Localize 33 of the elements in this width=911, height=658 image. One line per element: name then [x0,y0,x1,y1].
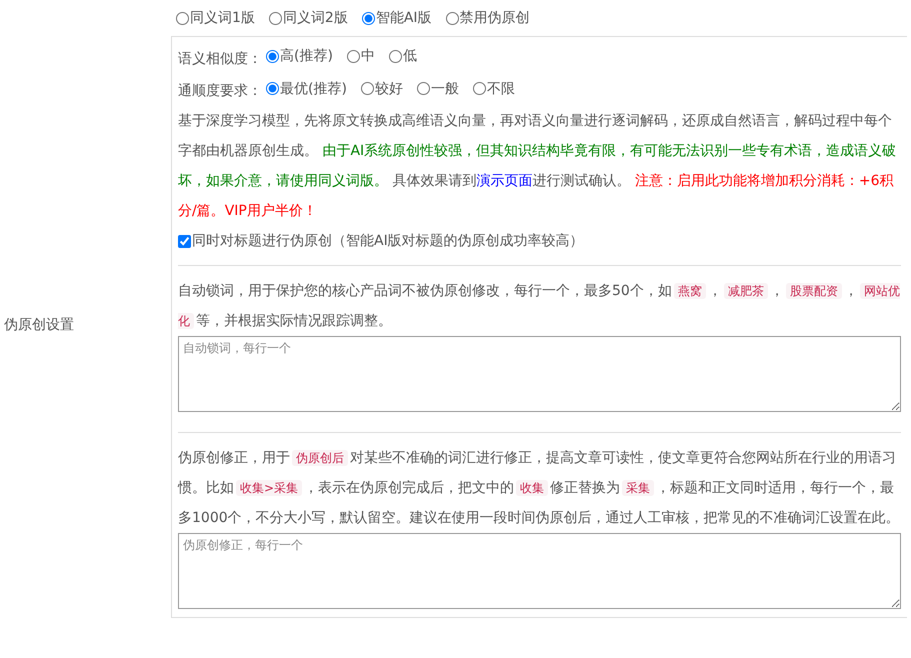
radio-button[interactable] [362,12,375,25]
radio-button[interactable] [360,82,374,95]
option-label[interactable]: 最优(推荐) [280,74,347,104]
radio-button[interactable] [446,12,459,25]
option-label[interactable]: 高(推荐) [280,41,333,71]
option-label[interactable]: 禁用伪原创 [460,8,530,29]
demo-link[interactable]: 演示页面 [476,173,532,189]
radio-button[interactable] [346,50,360,62]
radio-button[interactable] [416,82,430,95]
option-label[interactable]: 不限 [486,74,515,104]
lock-words-text: 自动锁词，用于保护您的核心产品词不被伪原创修改，每行一个，最多50个，如 燕窝 ， 减肥茶 ， 股票配资 ， 网站优化 等，并根据实际情况跟踪调整。 [178,282,901,330]
option-label[interactable]: 一般 [430,74,459,104]
option-label[interactable]: 较好 [374,74,403,104]
option-label[interactable]: 中 [360,41,375,71]
option-label[interactable]: 同义词2版 [282,8,348,29]
radio-button[interactable] [268,12,282,25]
radio-button[interactable] [266,50,279,62]
correction-field[interactable]: 伪原创修正，每行一个 [178,532,901,608]
section-label: 伪原创设置 [4,317,74,333]
radio-button[interactable] [176,12,189,25]
field-label: 语义相似度： [178,50,262,66]
radio-button[interactable] [388,50,402,62]
radio-button[interactable] [472,82,486,95]
correction-text: 伪原创修正，用于 伪原创后 对某些不准确的词汇进行修正，提高文章可读性，使文章更符合您网站所在行业的用语习惯。比如 收集>采集 ，表示在伪原创完成后，把文中的 收集 修正替换为 采集 ，标题和正文同时适用，每行一个，最多1000个，不分大小写，默认留空。建议在使用一段时间伪原创后，通过人工审核，把常见的不准确词汇设置在此。 [178,448,901,528]
option-label[interactable]: 低 [402,41,417,71]
field-label: 通顺度要求： [178,83,262,99]
radio-button[interactable] [266,82,279,95]
checkbox[interactable] [178,234,191,248]
option-label[interactable]: 同时对标题进行伪原创（智能AI版对标题的伪原创成功率较高） [192,226,584,256]
option-label[interactable]: 同义词1版 [190,8,255,29]
description-text: 基于深度学习模型，先将原文转换成高维语义向量，再对语义向量进行逐词解码，还原成自然语言，解码过程中每个字都由机器原创生成。 由于AI系统原创性较强，但其知识结构毕竟有限，有可能无法识别一些专有术语，造成语义破坏，如果介意，请使用同义词版。 具体效果请到演示页面进行测试确认。 注意：启用此功能将增加积分消耗：+6积分/篇。VIP用户半价！ [178,112,898,221]
option-label[interactable]: 智能AI版 [376,8,432,29]
lock-words-field[interactable]: 自动锁词，每行一个 [178,336,901,412]
